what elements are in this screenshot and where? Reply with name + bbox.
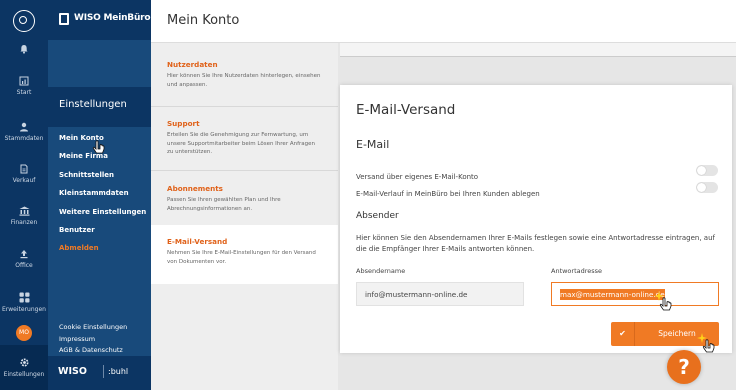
sender-info-text: Hier können Sie den Absendernamen Ihrer … (356, 234, 715, 253)
section-nutzerdaten[interactable]: Nutzerdaten Hier können Sie Ihre Nutzerd… (151, 60, 338, 89)
user-icon (20, 122, 28, 132)
buhl-wordmark: :buhl (108, 367, 129, 376)
grid-icon (19, 292, 29, 303)
rail-label-finanzen: Finanzen (10, 219, 38, 226)
hand-cursor-icon (697, 333, 715, 353)
rail-label-erweiterungen: Erweiterungen (2, 306, 46, 313)
history-toggle[interactable] (696, 182, 718, 193)
divider (151, 106, 338, 107)
nav-item-abmelden[interactable]: Abmelden (59, 242, 146, 260)
rail-search[interactable] (0, 10, 48, 32)
sender-name-label: Absendername (356, 267, 406, 275)
hand-cursor-icon (92, 140, 105, 154)
own-account-toggle[interactable] (696, 165, 718, 176)
bank-icon (19, 206, 29, 216)
footer-link-cookies[interactable]: Cookie Einstellungen (59, 323, 127, 335)
reply-address-value: max@mustermann-online.de (560, 289, 665, 300)
sender-name-field[interactable]: info@mustermann-online.de (356, 282, 524, 306)
check-icon: ✔ (611, 322, 635, 346)
rail-verkauf[interactable]: Verkauf (0, 164, 48, 184)
nav-item-weitere-einstellungen[interactable]: Weitere Einstellungen (59, 206, 146, 224)
reply-address-label: Antwortadresse (551, 267, 603, 275)
chart-icon (19, 76, 29, 86)
email-heading: E-Mail (356, 138, 390, 151)
divider (151, 170, 338, 171)
toggle-row-own-account: Versand über eigenes E-Mail-Konto (356, 164, 718, 181)
toggle-row-history: E-Mail-Verlauf in MeinBüro bei Ihren Kun… (356, 181, 718, 198)
section-desc: Nehmen Sie Ihre E-Mail-Einstellungen für… (167, 250, 316, 265)
app-rail: Start Stammdaten Verkauf Finanzen Office… (0, 0, 48, 390)
search-icon[interactable] (13, 10, 35, 32)
nav-brand: WISO :buhl (48, 356, 151, 390)
dialog-title: E-Mail-Versand (356, 102, 456, 118)
background-panel (340, 43, 736, 57)
nav-item-benutzer[interactable]: Benutzer (59, 224, 146, 242)
section-title: E-Mail-Versand (167, 237, 228, 246)
bell-icon[interactable] (19, 44, 29, 54)
rail-label-stammdaten: Stammdaten (4, 135, 44, 142)
rail-erweiterungen[interactable]: Erweiterungen (0, 292, 48, 313)
nav-heading: Einstellungen (48, 87, 151, 127)
gear-icon (19, 358, 29, 367)
rail-finanzen[interactable]: Finanzen (0, 206, 48, 226)
rail-label-start: Start (16, 89, 32, 96)
rail-label-verkauf: Verkauf (12, 177, 36, 184)
hand-cursor-icon (654, 291, 672, 311)
section-email-versand[interactable]: E-Mail-Versand Nehmen Sie Ihre E-Mail-Ei… (151, 225, 338, 284)
sender-heading: Absender (356, 211, 399, 221)
reply-address-field[interactable]: max@mustermann-online.de (551, 282, 719, 306)
rail-notifications[interactable] (0, 44, 48, 57)
section-title: Support (167, 119, 200, 128)
section-abonnements[interactable]: Abonnements Passen Sie Ihren gewählten P… (151, 184, 338, 213)
settings-sections: Nutzerdaten Hier können Sie Ihre Nutzerd… (151, 43, 338, 390)
page-header: Mein Konto (151, 0, 736, 43)
nav-item-schnittstellen[interactable]: Schnittstellen (59, 169, 146, 187)
brand-divider (103, 365, 104, 378)
avatar[interactable]: MO (16, 325, 32, 341)
page-title: Mein Konto (167, 13, 240, 28)
rail-einstellungen[interactable]: Einstellungen (0, 357, 48, 378)
rail-start[interactable]: Start (0, 76, 48, 96)
nav-item-kleinstammdaten[interactable]: Kleinstammdaten (59, 187, 146, 205)
rail-office[interactable]: Office (0, 249, 48, 269)
upload-icon (20, 250, 28, 259)
section-title: Nutzerdaten (167, 60, 218, 69)
settings-nav: Einstellungen Mein Konto Meine Firma Sch… (48, 40, 151, 390)
rail-stammdaten[interactable]: Stammdaten (0, 122, 48, 142)
wiso-logo-icon (59, 13, 69, 25)
wiso-wordmark: WISO (58, 366, 87, 377)
section-desc: Erteilen Sie die Genehmigung zur Fernwar… (167, 132, 316, 155)
help-button[interactable]: ? (667, 350, 701, 384)
section-desc: Hier können Sie Ihre Nutzerdaten hinterl… (167, 73, 321, 88)
app-name: WISO MeinBüro (74, 13, 151, 23)
section-support[interactable]: Support Erteilen Sie die Genehmigung zur… (151, 119, 338, 157)
document-icon (20, 164, 28, 174)
rail-account[interactable]: MO (0, 325, 48, 341)
email-settings-dialog: E-Mail-Versand E-Mail Versand über eigen… (340, 85, 732, 353)
rail-label-einstellungen: Einstellungen (3, 371, 45, 378)
section-title: Abonnements (167, 184, 223, 193)
brand-bar: WISO MeinBüro (48, 0, 151, 40)
toggle-label: E-Mail-Verlauf in MeinBüro bei Ihren Kun… (356, 190, 540, 198)
section-desc: Passen Sie Ihren gewählten Plan und Ihre… (167, 197, 281, 212)
rail-label-office: Office (15, 262, 33, 269)
footer-link-impressum[interactable]: Impressum (59, 335, 127, 347)
toggle-label: Versand über eigenes E-Mail-Konto (356, 173, 479, 181)
nav-footer: Cookie Einstellungen Impressum AGB & Dat… (59, 323, 127, 358)
